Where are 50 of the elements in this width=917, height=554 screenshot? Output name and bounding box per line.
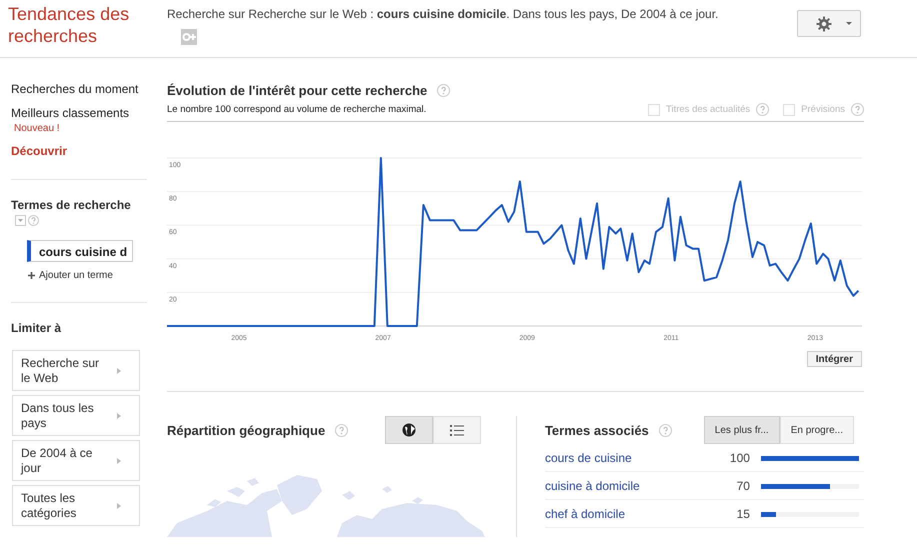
search-summary: Recherche sur Recherche sur le Web : cours cuisine domicile. Dans tous les pays, De 2004 à ce jour. [167,7,720,21]
help-icon[interactable] [28,215,39,226]
section-heading: Termes associés [544,422,649,438]
help-icon[interactable] [658,424,672,436]
tab[interactable]: Les plus fr... [704,416,780,444]
checkbox[interactable] [648,104,660,116]
app-title[interactable]: Tendances des recherches [0,0,158,47]
plus-icon [28,272,35,279]
section-heading: Évolution de l'intérêt pour cette recherche [167,83,428,98]
term-link[interactable]: cuisine à domicile [544,479,700,493]
term-field[interactable]: cours cuisine d [27,240,133,262]
settings-button[interactable] [797,10,861,37]
checkbox[interactable] [783,104,796,116]
help-icon[interactable] [335,424,348,436]
chart-subtitle: Le nombre 100 correspond au volume de recherche maximal. [167,104,426,115]
filter-dropdown[interactable]: De 2004 à ce jour [12,440,140,481]
checkbox-label: Prévisions [801,104,845,115]
filter-dropdown[interactable]: Recherche sur le Web [12,350,140,391]
embed-button[interactable]: Intégrer [806,351,862,367]
tab[interactable]: En progre... [780,416,854,444]
caret-icon [846,22,852,26]
map-view-button[interactable] [385,416,434,444]
section-title: Termes de recherche [11,198,132,212]
list-icon [450,424,464,436]
caret-icon [117,458,121,464]
list-view-button[interactable] [433,416,482,444]
checkbox-label: Titres des actualités [666,104,750,115]
section-title: Limiter à [11,321,62,335]
term-link[interactable]: cours de cuisine [544,451,700,465]
help-icon[interactable] [756,103,770,116]
help-icon[interactable] [437,84,450,97]
nav-link[interactable]: Découvrir [11,144,147,158]
globe-icon [402,423,416,437]
new-label: Nouveau ! [13,122,61,134]
caret-icon [117,368,121,374]
caret-icon [117,502,121,508]
settings-icon [816,16,832,32]
filter-dropdown[interactable]: Toutes les catégories [12,485,140,526]
help-icon[interactable] [851,103,864,116]
term-value: 70 [736,479,750,493]
dropdown-icon[interactable] [15,215,26,226]
caret-icon [117,412,121,418]
section-heading: Répartition géographique [167,422,326,438]
term-link[interactable]: chef à domicile [544,507,700,521]
filter-dropdown[interactable]: Dans tous les pays [12,395,140,436]
nav-link[interactable]: Meilleurs classements [11,106,147,120]
nav-link[interactable]: Recherches du moment [11,82,147,96]
term-value: 100 [728,451,750,465]
add-term-link[interactable]: Ajouter un terme [39,270,113,281]
term-value: 15 [736,507,750,521]
